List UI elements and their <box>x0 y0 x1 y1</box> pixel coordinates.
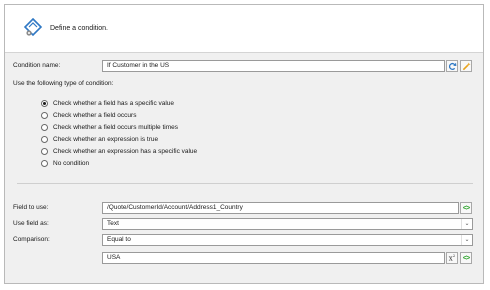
comparison-select[interactable]: Equal to ⌄ <box>102 234 473 246</box>
condition-name-label: Condition name: <box>13 62 61 69</box>
radio-button[interactable] <box>41 112 48 119</box>
use-field-as-label: Use field as: <box>13 220 49 227</box>
condition-name-input[interactable]: If Customer in the US <box>102 60 445 72</box>
radio-option-expression-true[interactable]: Check whether an expression is true <box>41 135 158 144</box>
radio-label: Check whether a field has a specific val… <box>53 100 175 107</box>
refresh-icon <box>448 62 456 70</box>
radio-button[interactable] <box>41 100 48 107</box>
comparison-value: Equal to <box>107 236 131 243</box>
compare-value-text: USA <box>107 254 121 261</box>
comparison-label: Comparison: <box>13 236 50 243</box>
separator <box>17 183 473 184</box>
radio-label: No condition <box>53 160 90 167</box>
radio-button[interactable] <box>41 124 48 131</box>
radio-button[interactable] <box>41 148 48 155</box>
chevron-down-icon[interactable]: ⌄ <box>461 235 472 245</box>
field-code-button[interactable]: <> <box>460 202 472 214</box>
code-brackets-icon: <> <box>462 204 470 212</box>
use-field-as-value: Text <box>107 220 119 227</box>
dialog-title: Define a condition. <box>50 25 108 32</box>
radio-option-field-occurs[interactable]: Check whether a field occurs <box>41 111 136 120</box>
code-brackets-icon: <> <box>462 254 470 262</box>
field-to-use-input[interactable]: /Quote/CustomerId/Account/Address1_Count… <box>102 202 459 214</box>
chevron-down-icon[interactable]: ⌄ <box>461 219 472 229</box>
field-to-use-label: Field to use: <box>13 204 49 211</box>
expression-button[interactable]: x2 <box>446 252 458 264</box>
radio-label: Check whether a field occurs <box>53 112 137 119</box>
condition-dialog: Define a condition. Condition name: If C… <box>4 4 484 284</box>
radio-label: Check whether an expression has a specif… <box>53 148 198 155</box>
magic-wand-icon <box>462 61 471 70</box>
field-path-value: /Quote/CustomerId/Account/Address1_Count… <box>107 204 243 211</box>
condition-type-label: Use the following type of condition: <box>13 80 114 87</box>
refresh-button[interactable] <box>446 60 458 72</box>
value-code-button[interactable]: <> <box>460 252 472 264</box>
use-field-as-select[interactable]: Text ⌄ <box>102 218 473 230</box>
radio-option-occurs-multiple[interactable]: Check whether a field occurs multiple ti… <box>41 123 178 132</box>
radio-label: Check whether an expression is true <box>53 136 159 143</box>
radio-label: Check whether a field occurs multiple ti… <box>53 124 178 131</box>
condition-icon <box>23 18 43 37</box>
radio-option-expression-value[interactable]: Check whether an expression has a specif… <box>41 147 197 156</box>
radio-button[interactable] <box>41 160 48 167</box>
radio-button[interactable] <box>41 136 48 143</box>
x-squared-icon: x2 <box>448 253 456 263</box>
dialog-header: Define a condition. <box>5 5 483 53</box>
compare-value-input[interactable]: USA <box>102 252 445 264</box>
radio-option-no-condition[interactable]: No condition <box>41 159 89 168</box>
radio-option-specific-value[interactable]: Check whether a field has a specific val… <box>41 99 174 108</box>
wizard-button[interactable] <box>460 60 472 72</box>
condition-name-value: If Customer in the US <box>107 62 170 69</box>
